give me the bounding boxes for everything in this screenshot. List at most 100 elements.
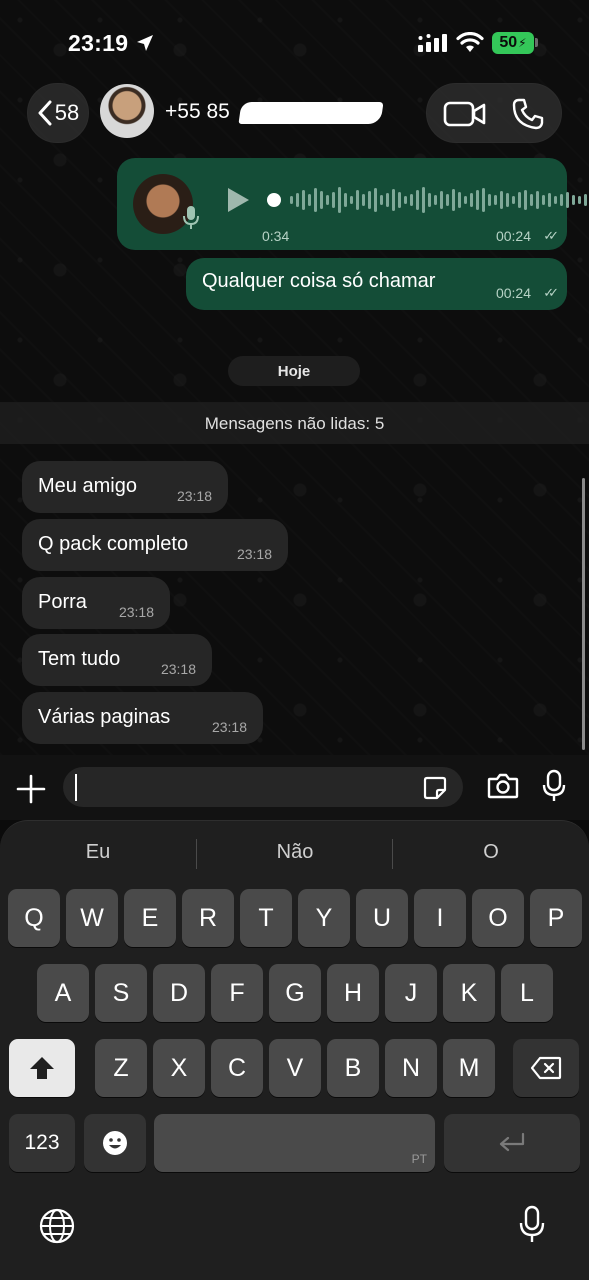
- on-screen-keyboard: Eu Não O Q W E R T Y U I O P A S D F G H…: [0, 820, 589, 1280]
- phone-call-icon[interactable]: [511, 97, 545, 131]
- key-g[interactable]: G: [269, 964, 321, 1022]
- key-s[interactable]: S: [95, 964, 147, 1022]
- waveform-bar: [500, 191, 503, 209]
- message-text: Qualquer coisa só chamar: [202, 270, 436, 292]
- key-k[interactable]: K: [443, 964, 495, 1022]
- contact-avatar[interactable]: [100, 84, 154, 138]
- incoming-message-bubble[interactable]: Meu amigo 23:18: [22, 461, 228, 513]
- key-o[interactable]: O: [472, 889, 524, 947]
- text-caret: [75, 774, 77, 801]
- suggestion-item[interactable]: Não: [197, 841, 393, 864]
- waveform-bar: [548, 193, 551, 207]
- key-t[interactable]: T: [240, 889, 292, 947]
- incoming-message-bubble[interactable]: Q pack completo 23:18: [22, 519, 288, 571]
- key-r[interactable]: R: [182, 889, 234, 947]
- key-d[interactable]: D: [153, 964, 205, 1022]
- incoming-message-bubble[interactable]: Tem tudo 23:18: [22, 634, 212, 686]
- space-bar[interactable]: PT: [154, 1114, 435, 1172]
- read-receipt-icon: ✓✓: [543, 285, 559, 300]
- message-input[interactable]: [63, 767, 463, 807]
- key-f[interactable]: F: [211, 964, 263, 1022]
- unread-chats-count: 58: [54, 100, 80, 125]
- key-e[interactable]: E: [124, 889, 176, 947]
- dictation-microphone-icon[interactable]: [518, 1205, 546, 1245]
- key-p[interactable]: P: [530, 889, 582, 947]
- waveform-bar: [380, 195, 383, 205]
- audio-waveform[interactable]: [267, 186, 587, 214]
- return-key[interactable]: [444, 1114, 580, 1172]
- key-m[interactable]: M: [443, 1039, 495, 1097]
- shift-key[interactable]: [9, 1039, 75, 1097]
- chat-scrollbar[interactable]: [582, 478, 585, 750]
- waveform-bar: [554, 196, 557, 204]
- key-u[interactable]: U: [356, 889, 408, 947]
- incoming-message-bubble[interactable]: Porra 23:18: [22, 577, 170, 629]
- waveform-bar: [386, 193, 389, 207]
- contact-name[interactable]: +55 85: [165, 100, 230, 124]
- waveform-bar: [518, 192, 521, 208]
- waveform-bar: [512, 196, 515, 204]
- key-l[interactable]: L: [501, 964, 553, 1022]
- key-x[interactable]: X: [153, 1039, 205, 1097]
- emoji-key[interactable]: [84, 1114, 146, 1172]
- key-j[interactable]: J: [385, 964, 437, 1022]
- waveform-bar: [470, 193, 473, 207]
- key-n[interactable]: N: [385, 1039, 437, 1097]
- waveform-bar: [560, 194, 563, 206]
- waveform-bar: [464, 196, 467, 204]
- key-h[interactable]: H: [327, 964, 379, 1022]
- waveform-bar: [578, 196, 581, 204]
- charging-bolt-icon: ⚡: [518, 36, 527, 50]
- numbers-key[interactable]: 123: [9, 1114, 75, 1172]
- battery-cap: [535, 38, 538, 47]
- suggestion-item[interactable]: Eu: [0, 841, 196, 864]
- waveform-bar: [374, 188, 377, 212]
- message-time: 23:18: [176, 488, 212, 504]
- key-y[interactable]: Y: [298, 889, 350, 947]
- waveform-bar: [416, 190, 419, 210]
- key-v[interactable]: V: [269, 1039, 321, 1097]
- waveform-bar: [440, 191, 443, 209]
- key-c[interactable]: C: [211, 1039, 263, 1097]
- key-q[interactable]: Q: [8, 889, 60, 947]
- key-w[interactable]: W: [66, 889, 118, 947]
- camera-icon[interactable]: [487, 772, 519, 800]
- read-receipt-icon: ✓✓: [543, 228, 559, 243]
- waveform-bar: [356, 190, 359, 210]
- playback-scrubber[interactable]: [267, 193, 281, 207]
- key-a[interactable]: A: [37, 964, 89, 1022]
- message-text: Tem tudo: [38, 648, 121, 670]
- waveform-bar: [308, 194, 311, 206]
- key-i[interactable]: I: [414, 889, 466, 947]
- key-z[interactable]: Z: [95, 1039, 147, 1097]
- globe-icon[interactable]: [38, 1207, 76, 1245]
- play-icon[interactable]: [225, 186, 251, 214]
- waveform-bar: [476, 190, 479, 210]
- message-composer: [0, 755, 589, 820]
- message-time: 23:18: [236, 546, 272, 562]
- emoji-icon: [103, 1131, 127, 1155]
- waveform-bar: [482, 188, 485, 212]
- suggestion-item[interactable]: O: [393, 841, 589, 864]
- message-time: 00:24: [495, 228, 531, 244]
- backspace-key[interactable]: [513, 1039, 579, 1097]
- message-text: Porra: [38, 591, 87, 613]
- waveform-bar: [344, 193, 347, 207]
- audio-duration: 0:34: [262, 228, 290, 244]
- outgoing-message-bubble[interactable]: Qualquer coisa só chamar 00:24 ✓✓: [186, 258, 567, 310]
- waveform-bar: [530, 194, 533, 206]
- audio-message-bubble[interactable]: 0:34 00:24 ✓✓: [117, 158, 587, 250]
- waveform-bar: [428, 193, 431, 207]
- sticker-icon[interactable]: [423, 776, 447, 800]
- video-call-icon[interactable]: [443, 98, 487, 130]
- key-b[interactable]: B: [327, 1039, 379, 1097]
- waveform-bar: [332, 192, 335, 208]
- plus-icon[interactable]: [16, 774, 46, 804]
- back-button[interactable]: 58: [27, 83, 89, 143]
- call-buttons-group: [426, 83, 562, 143]
- incoming-message-bubble[interactable]: Várias paginas 23:18: [22, 692, 263, 744]
- microphone-icon[interactable]: [542, 769, 566, 803]
- waveform-bar: [296, 193, 299, 207]
- wifi-icon: [456, 32, 484, 52]
- waveform-bar: [446, 194, 449, 206]
